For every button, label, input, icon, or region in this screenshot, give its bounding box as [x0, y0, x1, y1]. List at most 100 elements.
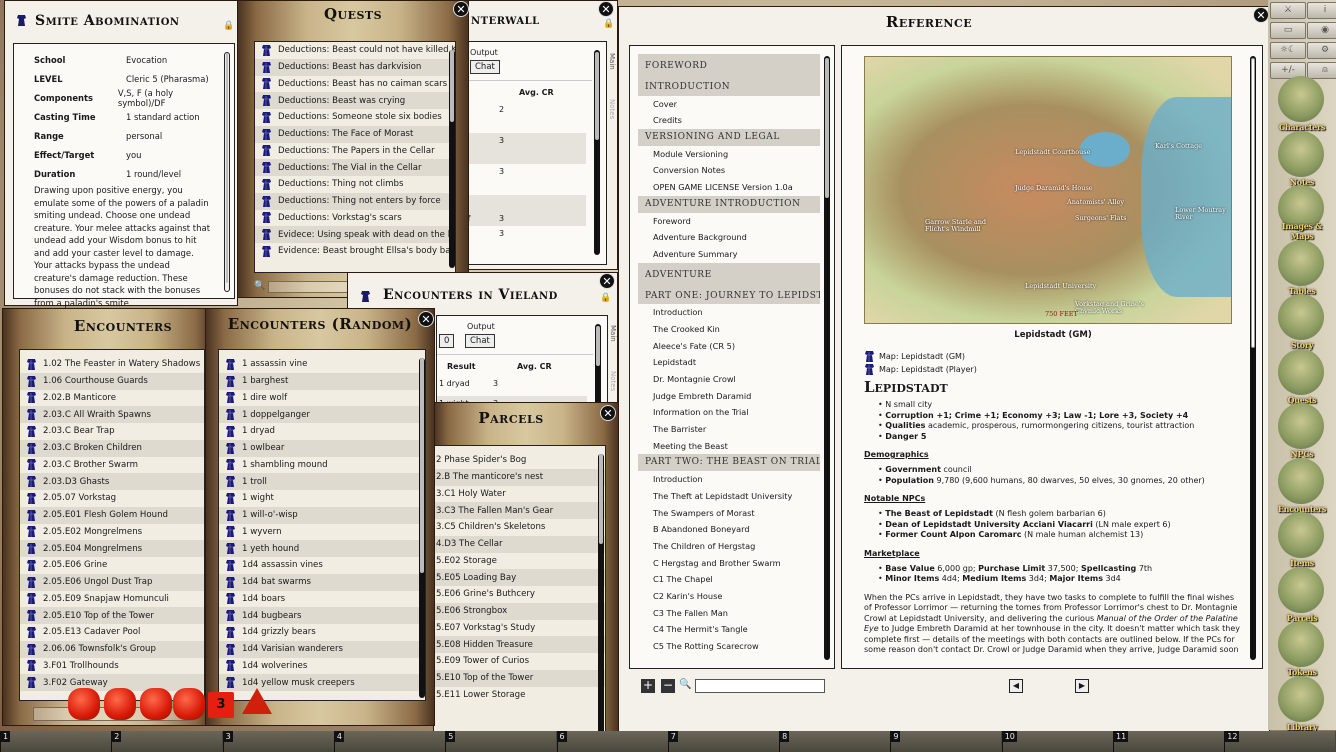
lighting-button[interactable]: ☼☾ — [1270, 42, 1306, 59]
record-link-icon[interactable] — [225, 408, 236, 421]
list-item[interactable]: 1d4 bat swarms — [219, 573, 425, 591]
record-link-icon[interactable] — [26, 458, 37, 471]
hotkey-slot[interactable]: 10 — [1001, 731, 1113, 752]
list-item[interactable]: 1d4 bugbears — [219, 607, 425, 624]
hotkey-slot[interactable]: 12 — [1224, 731, 1336, 752]
table-row[interactable] — [452, 195, 586, 211]
toc-item[interactable]: C3 The Fallen Man — [638, 605, 820, 622]
record-link-icon[interactable] — [225, 626, 236, 639]
list-item[interactable]: Deductions: The Vial in the Cellar — [255, 159, 455, 176]
lock-icon[interactable]: 🔒 — [600, 293, 611, 303]
next-page-button[interactable]: ▶ — [1075, 679, 1089, 693]
toc-item[interactable]: Aleece's Fate (CR 5) — [638, 338, 820, 355]
count-field[interactable]: 0 — [439, 334, 455, 348]
list-item[interactable]: Evidece: Using speak with dead on the he… — [255, 226, 455, 243]
record-link-icon[interactable] — [864, 363, 875, 376]
toc-item[interactable]: C Hergstag and Brother Swarm — [638, 555, 820, 572]
record-link-icon[interactable] — [225, 592, 236, 605]
record-link-icon[interactable] — [26, 609, 37, 622]
toc-item[interactable]: The Swampers of Morast — [638, 505, 820, 522]
toc-item[interactable]: Adventure Summary — [638, 246, 820, 263]
record-link-icon[interactable] — [261, 245, 272, 258]
sidebar-story[interactable]: Story — [1272, 294, 1332, 352]
sidebar-characters[interactable]: Characters — [1272, 76, 1332, 134]
list-item[interactable]: 1.02 The Feaster in Watery Shadows — [20, 356, 204, 373]
list-item[interactable]: 3.C1 Holy Water — [434, 486, 605, 503]
toc-section[interactable]: INTRODUCTION — [638, 79, 820, 96]
toc-item[interactable]: Lepidstadt — [638, 354, 820, 371]
hotkey-slot[interactable]: 11 — [1113, 731, 1224, 752]
party-info-button[interactable]: i — [1307, 2, 1336, 19]
record-link-icon[interactable] — [225, 609, 236, 622]
sidebar-library[interactable]: Library — [1272, 675, 1332, 734]
list-item[interactable]: 2.03.C Bear Trap — [20, 423, 204, 440]
toc-item[interactable]: Dr. Montagnie Crowl — [638, 371, 820, 388]
record-link-icon[interactable] — [261, 44, 272, 57]
toc-item[interactable]: Introduction — [638, 304, 820, 321]
list-item[interactable]: 1d4 wolverines — [219, 658, 425, 675]
record-link-icon[interactable] — [225, 358, 236, 371]
list-item[interactable]: 1 barghest — [219, 372, 425, 390]
list-item[interactable]: Deductions: The Papers in the Cellar — [255, 143, 455, 160]
options-button[interactable]: ⚙ — [1307, 42, 1336, 59]
hotkey-slot[interactable]: 4 — [333, 731, 445, 752]
tab-notes[interactable]: Notes — [609, 371, 617, 391]
record-link-icon[interactable] — [261, 61, 272, 74]
toc-section[interactable]: ADVENTURE — [638, 262, 820, 288]
list-item[interactable]: 1 dryad — [219, 423, 425, 440]
hotkey-slot[interactable]: 8 — [779, 731, 891, 752]
record-link-icon[interactable] — [261, 94, 272, 107]
toc-item[interactable]: The Barrister — [638, 421, 820, 438]
list-item[interactable]: 2.05.E01 Flesh Golem Hound — [20, 506, 204, 524]
list-item[interactable]: 5.E06 Strongbox — [434, 602, 605, 620]
city-map[interactable]: Lepidstadt Courthouse Karl's Cottage Judge… — [864, 56, 1232, 324]
toc-section[interactable]: PART ONE: JOURNEY TO LEPIDST/ — [638, 287, 820, 305]
record-link-icon[interactable] — [26, 475, 37, 488]
record-link-icon[interactable] — [225, 492, 236, 505]
list-item[interactable]: 1 yeth hound — [219, 540, 425, 557]
scrollbar[interactable] — [449, 50, 455, 268]
list-item[interactable]: 5.E06 Grine's Buthcery — [434, 586, 605, 603]
table-row[interactable]: s — [452, 118, 586, 134]
list-item[interactable]: 2 Phase Spider's Bog — [434, 452, 605, 469]
list-item[interactable]: 2.05.07 Vorkstag — [20, 490, 204, 507]
list-item[interactable]: 3.C5 Children's Skeletons — [434, 519, 605, 536]
close-button[interactable]: ✕ — [453, 1, 469, 17]
toc-item[interactable]: The Theft at Lepidstadt University — [638, 488, 820, 505]
toc-section[interactable]: VERSIONING AND LEGAL — [638, 129, 820, 146]
hotkey-slot[interactable]: 1 — [0, 731, 111, 752]
sidebar-tables[interactable]: Tables — [1272, 239, 1332, 298]
toc-search-input[interactable] — [695, 679, 825, 693]
die-d4[interactable] — [242, 688, 272, 714]
list-item[interactable]: 2.B The manticore's nest — [434, 468, 605, 486]
record-link-icon[interactable] — [26, 592, 37, 605]
table-row[interactable]: 3 — [452, 164, 586, 180]
list-item[interactable]: 2.05.E13 Cadaver Pool — [20, 624, 204, 641]
close-button[interactable]: ✕ — [418, 311, 434, 327]
tab-notes[interactable]: Notes — [608, 99, 616, 119]
toc-item[interactable]: Meeting the Beast — [638, 438, 820, 455]
combat-tracker-button[interactable]: ⚔ — [1270, 2, 1306, 19]
list-item[interactable]: 1d4 assassin vines — [219, 557, 425, 574]
record-link-icon[interactable] — [225, 576, 236, 589]
search-icon[interactable]: 🔍 — [254, 281, 265, 291]
list-item[interactable]: Deductions: Beast could not have killed … — [255, 42, 455, 59]
record-link-icon[interactable] — [225, 509, 236, 522]
record-link-icon[interactable] — [261, 77, 272, 90]
record-link-icon[interactable] — [225, 425, 236, 438]
sidebar-tokens[interactable]: Tokens — [1272, 621, 1332, 679]
prev-page-button[interactable]: ◀ — [1009, 679, 1023, 693]
toc-item[interactable]: The Children of Hergstag — [638, 538, 820, 555]
record-link-icon[interactable] — [26, 542, 37, 555]
toc-section[interactable]: ADVENTURE INTRODUCTION — [638, 195, 820, 213]
toc-item[interactable]: The Crooked Kin — [638, 321, 820, 338]
record-link-icon[interactable] — [26, 358, 37, 371]
scrollbar[interactable] — [419, 358, 425, 698]
record-link-icon[interactable] — [225, 458, 236, 471]
record-link-icon[interactable] — [26, 525, 37, 538]
list-item[interactable]: Deductions: The Face of Morast — [255, 125, 455, 143]
die-d8[interactable] — [173, 688, 205, 720]
record-link-icon[interactable] — [261, 211, 272, 224]
list-item[interactable]: 5.E10 Top of the Tower — [434, 669, 605, 687]
scrollbar[interactable] — [224, 52, 230, 292]
